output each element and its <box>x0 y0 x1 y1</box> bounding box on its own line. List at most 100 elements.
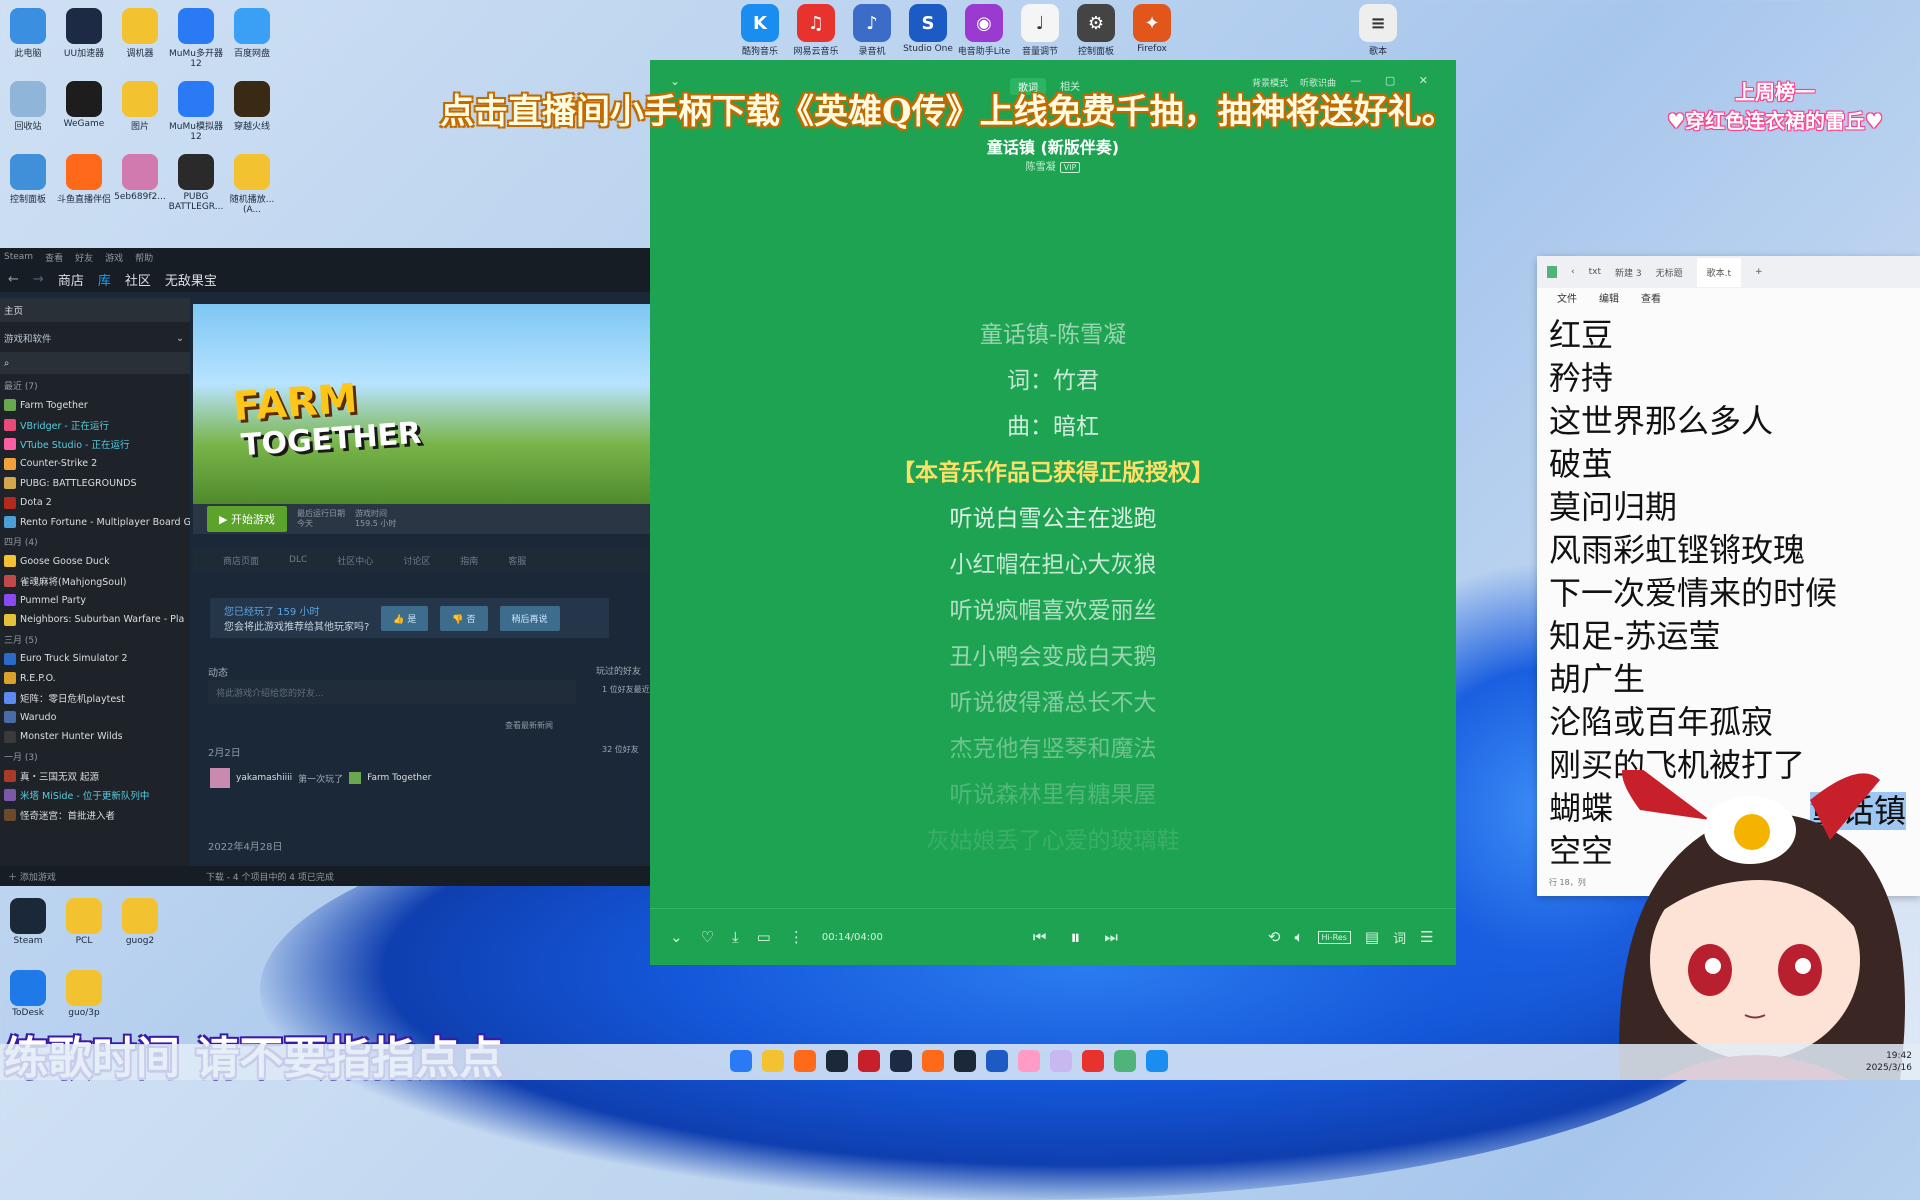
desktop-icon[interactable]: guog2 <box>112 898 168 946</box>
netease-music-taskbar-icon[interactable] <box>1082 1050 1104 1072</box>
taskbar-app-icon[interactable] <box>922 1050 944 1072</box>
game-list-item[interactable]: VTube Studio - 正在运行 <box>0 435 190 455</box>
notepad-menu-item[interactable]: 文件 <box>1557 290 1577 305</box>
system-clock[interactable]: 19:42 2025/3/16 <box>1866 1050 1912 1074</box>
desktop-icon[interactable]: ≡ 歌本 <box>1348 4 1408 57</box>
desktop-icon[interactable]: ⚙ 控制面板 <box>1066 4 1126 57</box>
desktop-icon[interactable]: guo/3p <box>56 970 112 1018</box>
game-list-item[interactable]: 怪奇迷宫：首批进入者 <box>0 805 190 825</box>
desktop-icon[interactable]: 5eb689f2... <box>112 154 168 202</box>
game-list-item[interactable]: 矩阵：零日危机playtest <box>0 688 190 708</box>
game-list-item[interactable]: 真・三国无双 起源 <box>0 766 190 786</box>
desktop-icon[interactable]: ♪ 录音机 <box>842 4 902 57</box>
steam-menu-item[interactable]: 查看 <box>45 251 63 264</box>
volume-icon[interactable]: 🔈︎ <box>1294 928 1303 946</box>
game-list-item[interactable]: 雀魂麻将(MahjongSoul) <box>0 571 190 591</box>
game-list-item[interactable]: Rento Fortune - Multiplayer Board G <box>0 513 190 533</box>
tab-back-arrow-icon[interactable]: ‹ <box>1571 267 1575 277</box>
notepad-taskbar-icon[interactable] <box>1114 1050 1136 1072</box>
lyric-line[interactable]: 词：竹君 <box>650 358 1456 404</box>
forward-arrow-icon[interactable]: → <box>33 272 44 287</box>
game-section-header[interactable]: 最近 (7) <box>0 376 190 396</box>
desktop-icon[interactable]: 穿越火线 <box>224 81 280 132</box>
lyric-line[interactable]: 小红帽在担心大灰狼 <box>650 542 1456 588</box>
game-list-item[interactable]: Goose Goose Duck <box>0 552 190 572</box>
desktop-icon[interactable]: ♩ 音量调节 <box>1010 4 1070 57</box>
taskbar-app-icon[interactable] <box>1050 1050 1072 1072</box>
desktop-icon[interactable]: 控制面板 <box>0 154 56 205</box>
desktop-icon[interactable]: MuMu多开器12 <box>168 8 224 69</box>
game-sub-tab[interactable]: DLC <box>289 555 307 565</box>
song-list-line[interactable]: 胡广生 <box>1549 658 1920 701</box>
taskbar-app-icon[interactable] <box>954 1050 976 1072</box>
desktop-icon[interactable]: MuMu模拟器12 <box>168 81 224 142</box>
review-no-button[interactable]: 👎 否 <box>440 605 488 631</box>
steam-menu-item[interactable]: 帮助 <box>135 251 153 264</box>
view-news-link[interactable]: 查看最新新闻 <box>505 720 553 731</box>
download-status[interactable]: 下载 - 4 个项目中的 4 项已完成 <box>206 870 334 883</box>
desktop-icon[interactable]: PCL <box>56 898 112 946</box>
game-list-item[interactable]: R.E.P.O. <box>0 669 190 689</box>
lyric-line[interactable]: 听说疯帽喜欢爱丽丝 <box>650 588 1456 634</box>
game-section-header[interactable]: 三月 (5) <box>0 630 190 650</box>
game-section-header[interactable]: 一月 (3) <box>0 747 190 767</box>
taskbar-app-icon[interactable] <box>762 1050 784 1072</box>
desktop-icon[interactable]: 斗鱼直播伴侣 <box>56 154 112 205</box>
song-list-line[interactable]: 破茧 <box>1549 443 1920 486</box>
game-section-header[interactable]: 四月 (4) <box>0 532 190 552</box>
taskbar-app-icon[interactable] <box>794 1050 816 1072</box>
library-search-input[interactable]: ⌕ <box>0 352 190 374</box>
desktop-icon[interactable]: K 酷狗音乐 <box>730 4 790 57</box>
game-sub-tab[interactable]: 社区中心 <box>337 554 373 567</box>
sound-effect-icon[interactable]: ▤ <box>1365 928 1379 946</box>
desktop-icon[interactable]: 回收站 <box>0 81 56 132</box>
game-list-item[interactable]: Counter-Strike 2 <box>0 454 190 474</box>
activity-input[interactable]: 将此游戏介绍给您的好友... <box>208 680 576 704</box>
pause-icon[interactable]: ⏸ <box>1070 925 1080 949</box>
game-sub-tab[interactable]: 商店页面 <box>223 554 259 567</box>
desktop-icon[interactable]: WeGame <box>56 81 112 129</box>
desktop-icon[interactable]: ToDesk <box>0 970 56 1018</box>
lyric-line[interactable]: 听说白雪公主在逃跑 <box>650 496 1456 542</box>
like-heart-icon[interactable]: ♡ <box>701 928 714 946</box>
desktop-icon[interactable]: 此电脑 <box>0 8 56 59</box>
taskbar-app-icon[interactable] <box>858 1050 880 1072</box>
game-list-item[interactable]: Farm Together <box>0 396 190 416</box>
song-list-line[interactable]: 矜持 <box>1549 357 1920 400</box>
game-sub-tab[interactable]: 客服 <box>508 554 526 567</box>
lyric-line[interactable]: 灰姑娘丢了心爱的玻璃鞋 <box>650 818 1456 864</box>
notepad-tab[interactable]: 无标题 <box>1656 266 1683 279</box>
desktop-icon[interactable]: 百度网盘 <box>224 8 280 59</box>
lyric-line[interactable]: 丑小鸭会变成白天鹅 <box>650 634 1456 680</box>
steam-nav-tab[interactable]: 无敌果宝 <box>165 270 217 289</box>
desktop-icon[interactable]: ◉ 电音助手Lite <box>954 4 1014 57</box>
game-list-item[interactable]: Pummel Party <box>0 591 190 611</box>
start-windows-icon[interactable] <box>730 1050 752 1072</box>
steam-nav-tab[interactable]: 库 <box>98 270 111 289</box>
game-list-item[interactable]: Neighbors: Suburban Warfare - Pla <box>0 610 190 630</box>
review-yes-button[interactable]: 👍 是 <box>381 605 429 631</box>
game-list-item[interactable]: VBridger - 正在运行 <box>0 415 190 435</box>
game-list-item[interactable]: PUBG: BATTLEGROUNDS <box>0 474 190 494</box>
lyric-line[interactable]: 【本音乐作品已获得正版授权】 <box>650 450 1456 496</box>
playlist-icon[interactable]: ☰ <box>1420 928 1433 946</box>
add-game-button[interactable]: ＋ 添加游戏 <box>8 870 56 883</box>
song-list-line[interactable]: 这世界那么多人 <box>1549 400 1920 443</box>
game-list-item[interactable]: Dota 2 <box>0 493 190 513</box>
steam-taskbar-icon[interactable] <box>826 1050 848 1072</box>
song-list-line[interactable]: 沦陷或百年孤寂 <box>1549 701 1920 744</box>
comment-icon[interactable]: ▭ <box>757 928 771 946</box>
lyric-toggle[interactable]: 词 <box>1393 928 1406 947</box>
desktop-icon[interactable]: ✦ Firefox <box>1122 4 1182 54</box>
game-list-item[interactable]: Warudo <box>0 708 190 728</box>
notepad-tab[interactable]: 歌本.t <box>1696 257 1741 287</box>
lyric-line[interactable]: 杰克他有竖琴和魔法 <box>650 726 1456 772</box>
repeat-icon[interactable]: ⟲ <box>1268 928 1281 946</box>
taskbar-app-icon[interactable] <box>1018 1050 1040 1072</box>
steam-menu-item[interactable]: 游戏 <box>105 251 123 264</box>
next-track-icon[interactable]: ⏭ <box>1104 928 1118 946</box>
hires-badge[interactable]: Hi-Res <box>1317 930 1351 944</box>
desktop-icon[interactable]: Steam <box>0 898 56 946</box>
notepad-menu-item[interactable]: 查看 <box>1641 290 1661 305</box>
steam-nav-tab[interactable]: 社区 <box>125 270 151 289</box>
